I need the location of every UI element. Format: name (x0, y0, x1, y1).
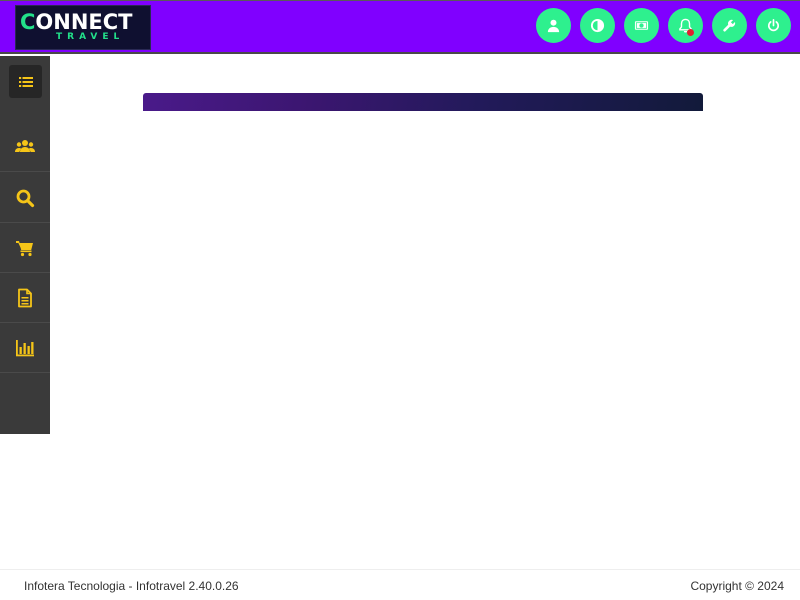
users-icon (15, 139, 35, 152)
currency-button[interactable] (624, 8, 659, 43)
logo-text: CONNECT (20, 10, 133, 34)
content-banner (143, 93, 703, 111)
logo-subtext: TRAVEL (56, 32, 125, 42)
notifications-button[interactable] (668, 8, 703, 43)
contrast-icon (590, 18, 605, 33)
sidebar (0, 56, 50, 434)
list-icon (18, 76, 33, 87)
power-icon (768, 19, 779, 32)
sidebar-item-clients[interactable] (0, 122, 50, 172)
cart-icon (16, 240, 33, 256)
search-icon (16, 189, 35, 207)
document-icon (18, 288, 32, 307)
connect-travel-logo[interactable]: CONNECT TRAVEL (15, 5, 151, 50)
money-icon (634, 21, 649, 30)
user-icon (547, 19, 560, 33)
top-navbar: CONNECT TRAVEL (0, 0, 800, 54)
sidebar-item-documents[interactable] (0, 273, 50, 323)
sidebar-item-search[interactable] (0, 173, 50, 223)
footer: Infotera Tecnologia - Infotravel 2.40.0.… (0, 569, 800, 600)
settings-button[interactable] (712, 8, 747, 43)
footer-version-text: Infotera Tecnologia - Infotravel 2.40.0.… (24, 579, 239, 593)
footer-copyright: Copyright © 2024 (690, 579, 784, 593)
profile-button[interactable] (536, 8, 571, 43)
notification-dot (687, 29, 694, 36)
logout-button[interactable] (756, 8, 791, 43)
wrench-icon (723, 19, 736, 32)
theme-button[interactable] (580, 8, 615, 43)
bar-chart-icon (16, 339, 34, 356)
sidebar-toggle-button[interactable] (9, 65, 42, 98)
sidebar-item-cart[interactable] (0, 223, 50, 273)
sidebar-item-reports[interactable] (0, 323, 50, 373)
